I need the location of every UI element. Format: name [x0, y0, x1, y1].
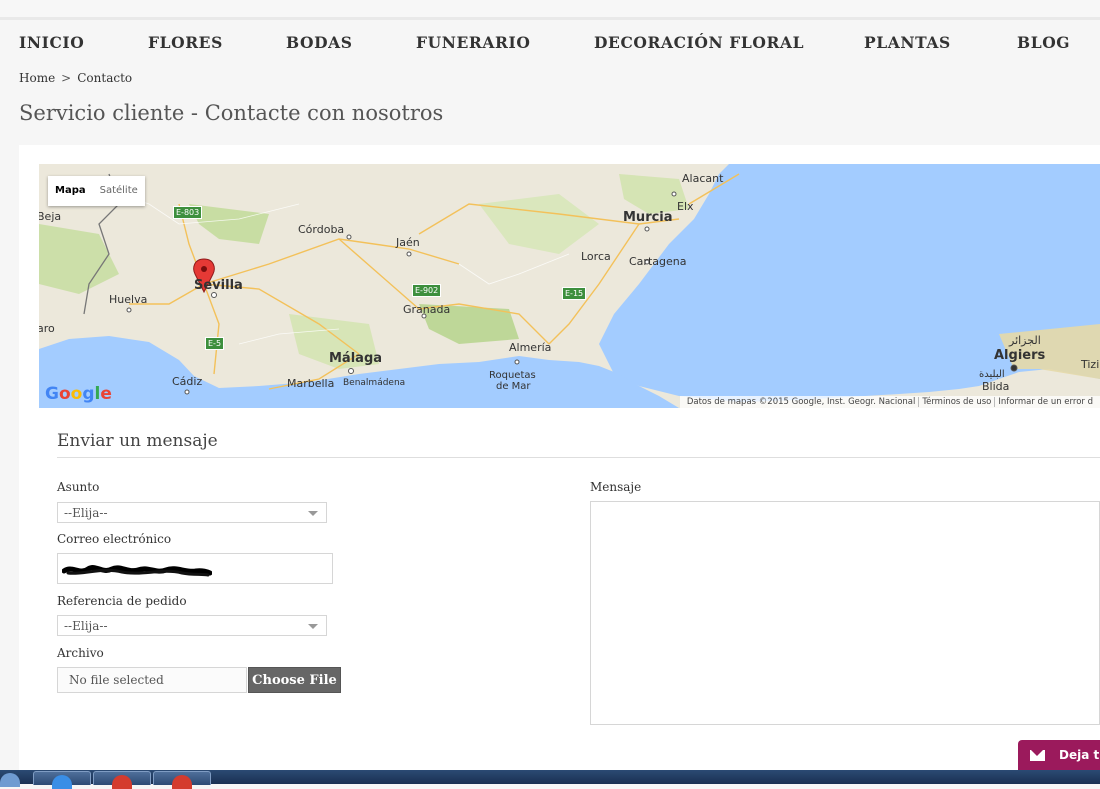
map-label-huelva: Huelva	[109, 293, 148, 306]
app-icon	[112, 775, 132, 789]
google-map[interactable]: Mapa Satélite Beja aro Sevilla Huelva Cá…	[39, 164, 1100, 408]
email-field[interactable]	[57, 553, 333, 584]
map-label-almeria: Almería	[509, 341, 552, 354]
chevron-down-icon	[308, 511, 318, 516]
form-title: Enviar un mensaje	[57, 431, 218, 451]
breadcrumb: Home > Contacto	[19, 71, 132, 85]
map-type-toggle: Mapa Satélite	[48, 176, 145, 206]
nav-item-flores[interactable]: FLORES	[148, 33, 223, 52]
subject-select-value: --Elija--	[64, 506, 108, 520]
map-label-alacant: Alacant	[682, 172, 724, 185]
nav-item-bodas[interactable]: BODAS	[286, 33, 353, 52]
map-label-roquetas: Roquetas	[489, 370, 536, 381]
map-label-aro: aro	[39, 322, 55, 335]
map-terms-link[interactable]: Términos de uso	[918, 397, 995, 407]
feedback-button-label: Deja t	[1059, 748, 1100, 762]
google-logo[interactable]: Google	[45, 384, 112, 404]
map-label-murcia: Murcia	[623, 210, 673, 225]
breadcrumb-home[interactable]: Home	[19, 71, 55, 85]
message-textarea[interactable]	[590, 501, 1100, 725]
browser-icon	[52, 775, 72, 789]
map-label-tizi: Tizi	[1081, 358, 1100, 371]
choose-file-button[interactable]: Choose File	[248, 667, 341, 693]
map-label-jaen: Jaén	[396, 236, 420, 249]
breadcrumb-separator: >	[61, 71, 72, 85]
road-e5: E-5	[205, 337, 225, 350]
road-e803: E-803	[173, 206, 203, 219]
feedback-button[interactable]: Deja t	[1018, 740, 1100, 770]
map-label-beja: Beja	[39, 210, 62, 223]
map-label-cordoba: Córdoba	[298, 223, 345, 236]
file-status: No file selected	[57, 667, 247, 693]
start-orb-icon[interactable]	[0, 773, 20, 787]
subject-label: Asunto	[57, 480, 100, 494]
breadcrumb-current: Contacto	[77, 71, 133, 85]
contact-panel: Mapa Satélite Beja aro Sevilla Huelva Cá…	[19, 145, 1100, 770]
nav-item-decoracion-floral[interactable]: DECORACIÓN FLORAL	[594, 33, 804, 52]
taskbar-button-app-2[interactable]	[153, 771, 211, 789]
map-data-credit: Datos de mapas ©2015 Google, Inst. Geogr…	[686, 397, 916, 407]
map-report-error-link[interactable]: Informar de un error d	[994, 397, 1096, 407]
map-label-algiers: Algiers	[994, 348, 1046, 363]
road-e902: E-902	[412, 284, 442, 297]
map-attribution: Datos de mapas ©2015 Google, Inst. Geogr…	[679, 396, 1100, 408]
nav-item-inicio[interactable]: INICIO	[19, 33, 84, 52]
order-reference-select-value: --Elija--	[64, 619, 108, 633]
map-label-benalmadena: Benalmádena	[343, 378, 406, 388]
order-reference-select[interactable]: --Elija--	[57, 615, 327, 636]
map-label-elx: Elx	[677, 200, 694, 213]
road-e15: E-15	[562, 287, 587, 300]
map-label-malaga: Málaga	[329, 351, 383, 366]
app-icon	[172, 775, 192, 789]
map-label-de-mar: de Mar	[496, 381, 531, 392]
file-label: Archivo	[57, 646, 104, 660]
nav-item-funerario[interactable]: FUNERARIO	[416, 33, 530, 52]
redacted-scribble-icon	[62, 565, 212, 577]
map-label-granada: Granada	[403, 303, 451, 316]
map-label-blida-arabic: البليدة	[979, 369, 1005, 380]
order-reference-label: Referencia de pedido	[57, 594, 187, 608]
subject-select[interactable]: --Elija--	[57, 502, 327, 523]
map-label-algiers-arabic: الجزائر	[1009, 334, 1041, 347]
main-nav: INICIO FLORES BODAS FUNERARIO DECORACIÓN…	[0, 20, 1100, 64]
os-taskbar	[0, 770, 1100, 789]
map-type-satellite-button[interactable]: Satélite	[93, 176, 145, 206]
map-type-map-button[interactable]: Mapa	[48, 176, 93, 206]
nav-item-blog[interactable]: BLOG	[1017, 33, 1070, 52]
chevron-down-icon	[308, 624, 318, 629]
page-title: Servicio cliente - Contacte con nosotros	[19, 101, 444, 125]
map-label-blida: Blida	[982, 380, 1010, 393]
envelope-icon	[1030, 749, 1045, 761]
map-label-cadiz: Cádiz	[172, 375, 203, 388]
message-label: Mensaje	[590, 480, 642, 494]
form-divider	[57, 457, 1100, 458]
map-label-marbella: Marbella	[287, 377, 335, 390]
email-label: Correo electrónico	[57, 532, 172, 546]
nav-item-plantas[interactable]: PLANTAS	[864, 33, 951, 52]
top-strip	[0, 0, 1100, 20]
taskbar-button-app-1[interactable]	[93, 771, 151, 789]
map-label-lorca: Lorca	[581, 250, 611, 263]
taskbar-button-ie[interactable]	[33, 771, 91, 789]
map-label-sevilla: Sevilla	[194, 278, 243, 293]
map-label-cartagena: Cartagena	[629, 255, 687, 268]
